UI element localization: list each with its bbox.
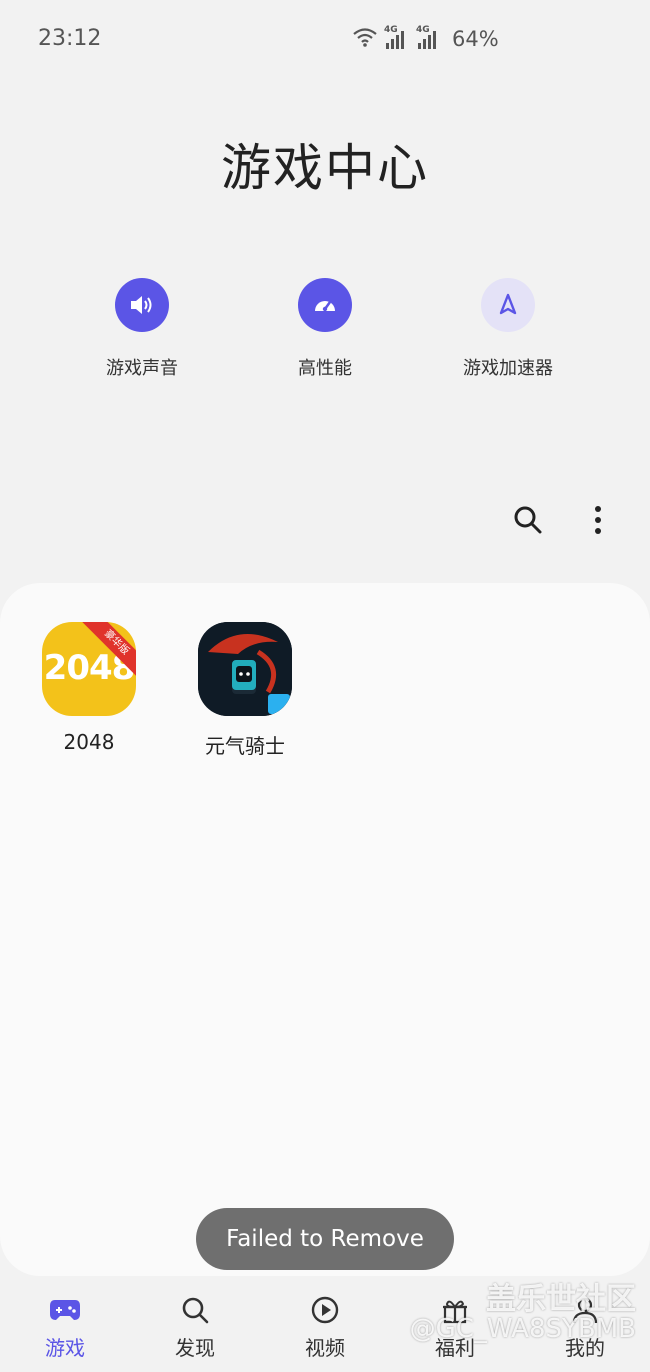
page-title: 游戏中心 xyxy=(221,139,429,197)
app-soul-knight[interactable]: 元气骑士 xyxy=(190,622,300,759)
nav-label: 游戏 xyxy=(45,1336,85,1360)
nav-item-discover[interactable]: 发现 xyxy=(145,1294,245,1361)
nav-item-games[interactable]: 游戏 xyxy=(15,1294,115,1361)
quick-action-game-sound[interactable]: 游戏声音 xyxy=(62,278,222,380)
quick-action-game-booster[interactable]: 游戏加速器 xyxy=(428,278,588,380)
nav-label: 我的 xyxy=(565,1336,605,1360)
person-icon xyxy=(535,1294,635,1326)
rocket-icon xyxy=(481,278,535,332)
gauge-icon xyxy=(298,278,352,332)
toast-message: Failed to Remove xyxy=(196,1208,454,1270)
status-indicators: 4G 4G 64% xyxy=(352,24,499,54)
app-label: 元气骑士 xyxy=(205,734,285,758)
battery-level: 64% xyxy=(452,27,499,51)
status-time: 23:12 xyxy=(38,26,102,51)
signal-2-icon: 4G xyxy=(416,25,442,51)
gamepad-icon xyxy=(15,1294,115,1326)
app-2048-icon: 2048 豪华版 xyxy=(42,622,136,716)
signal-1-icon: 4G xyxy=(384,25,410,51)
bottom-navigation: 游戏 发现 视频 福利 我的 xyxy=(0,1280,650,1372)
speaker-icon xyxy=(115,278,169,332)
quick-action-label: 游戏声音 xyxy=(106,358,178,379)
gift-icon xyxy=(405,1294,505,1326)
wifi-icon xyxy=(352,27,378,51)
status-bar: 23:12 4G 4G 64% xyxy=(0,0,650,80)
app-label: 2048 xyxy=(63,730,115,754)
search-icon[interactable] xyxy=(508,500,548,540)
nav-label: 视频 xyxy=(305,1336,345,1360)
quick-action-label: 高性能 xyxy=(298,358,352,379)
app-soul-knight-icon xyxy=(198,622,292,716)
nav-item-benefits[interactable]: 福利 xyxy=(405,1294,505,1361)
more-vertical-icon[interactable] xyxy=(578,500,618,540)
nav-label: 发现 xyxy=(175,1336,215,1360)
quick-action-high-performance[interactable]: 高性能 xyxy=(245,278,405,380)
app-2048[interactable]: 2048 豪华版 2048 xyxy=(34,622,144,754)
nav-item-mine[interactable]: 我的 xyxy=(535,1294,635,1361)
nav-label: 福利 xyxy=(435,1336,475,1360)
nav-item-video[interactable]: 视频 xyxy=(275,1294,375,1361)
quick-action-label: 游戏加速器 xyxy=(463,358,553,379)
play-icon xyxy=(275,1294,375,1326)
search-icon xyxy=(145,1294,245,1326)
